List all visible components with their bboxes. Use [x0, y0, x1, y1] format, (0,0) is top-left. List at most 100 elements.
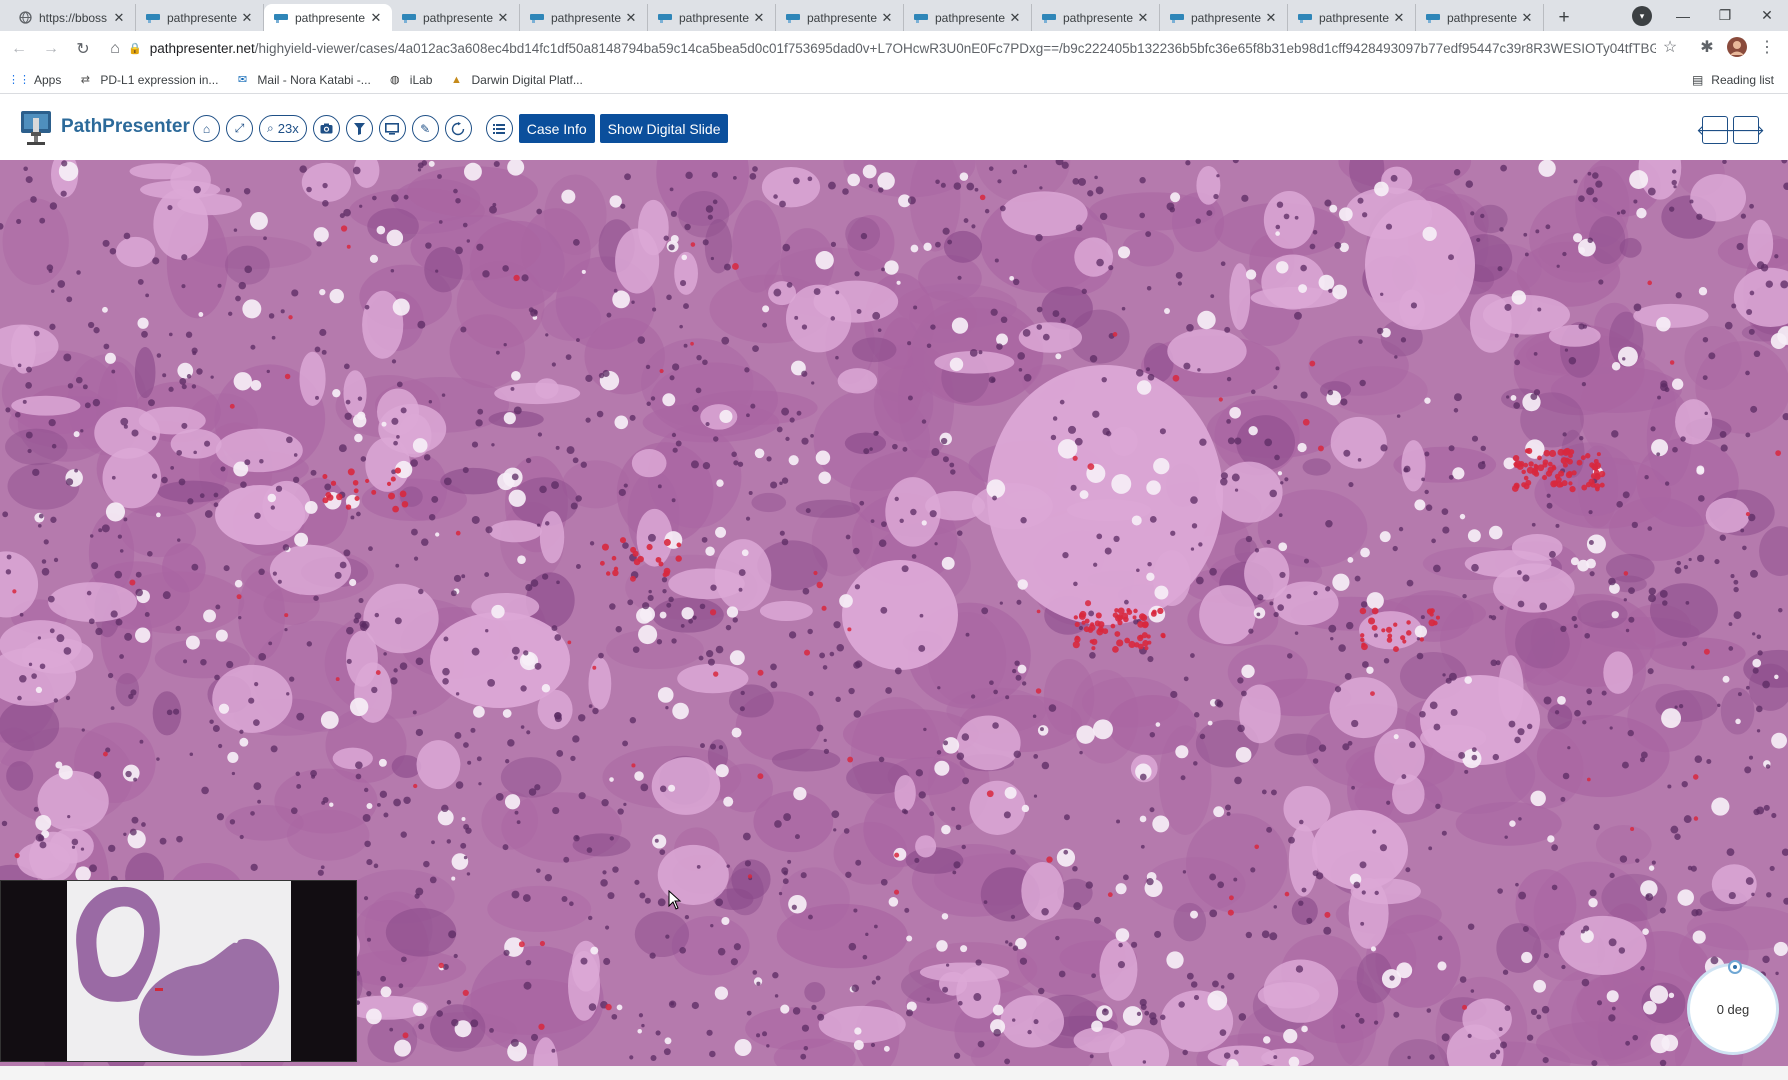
tab-close-icon[interactable]: ✕	[879, 10, 895, 26]
home-icon[interactable]: ⌂	[193, 115, 220, 142]
tab-search-icon[interactable]: ▾	[1632, 6, 1652, 26]
pathpresenter-favicon	[658, 11, 672, 25]
app-header: PathPresenter ⌂ ⤢ ⌕ 23x ✎ Case Info Show…	[0, 94, 1788, 160]
tab-close-icon[interactable]: ✕	[1135, 10, 1151, 26]
pathpresenter-logo[interactable]: PathPresenter	[18, 108, 190, 146]
browser-tab[interactable]: pathpresente ✕	[1032, 4, 1160, 31]
bookmarks-bar: ⋮⋮ Apps ⇄ PD-L1 expression in... ✉ Mail - Nor…	[0, 66, 1788, 94]
browser-tab[interactable]: pathpresente ✕	[648, 4, 776, 31]
rotation-dial[interactable]: 0 deg	[1687, 960, 1779, 1055]
browser-tab[interactable]: pathpresente ✕	[264, 4, 392, 31]
browser-menu-icon[interactable]: ⋮	[1755, 35, 1779, 59]
tab-close-icon[interactable]: ✕	[623, 10, 639, 26]
close-window-icon[interactable]: ✕	[1746, 7, 1788, 24]
bookmark-item[interactable]: ✉ Mail - Nora Katabi -...	[235, 72, 371, 87]
mouse-cursor-icon	[668, 890, 682, 910]
pathpresenter-favicon	[146, 11, 160, 25]
home-browser-icon[interactable]: ⌂	[102, 36, 128, 62]
tab-title: pathpresente	[1063, 10, 1134, 25]
tab-close-icon[interactable]: ✕	[1519, 10, 1535, 26]
tab-close-icon[interactable]: ✕	[239, 10, 255, 26]
bookmark-item[interactable]: ⋮⋮ Apps	[8, 72, 62, 87]
zoom-icon: ⌕	[267, 121, 274, 135]
tab-title: pathpresente	[1447, 10, 1518, 25]
browser-tab[interactable]: pathpresente ✕	[1160, 4, 1288, 31]
bookmark-item[interactable]: ◍ iLab	[388, 73, 433, 87]
next-slide-arrow-icon[interactable]: 🡒	[1727, 116, 1765, 144]
microscope-logo-icon	[18, 108, 54, 146]
pathpresenter-favicon	[1298, 11, 1312, 25]
tab-title: pathpresente	[295, 10, 366, 25]
bookmark-item[interactable]: ▲ Darwin Digital Platf...	[449, 72, 583, 87]
pathpresenter-favicon	[530, 11, 544, 25]
tab-close-icon[interactable]: ✕	[1007, 10, 1023, 26]
tab-close-icon[interactable]: ✕	[1263, 10, 1279, 26]
show-digital-slide-button[interactable]: Show Digital Slide	[599, 114, 729, 143]
url-host: pathpresenter.net	[149, 41, 255, 56]
presentation-icon[interactable]	[378, 115, 406, 142]
tab-close-icon[interactable]: ✕	[495, 10, 511, 26]
link-icon: ⇄	[80, 74, 90, 86]
browser-tab[interactable]: pathpresente ✕	[904, 4, 1032, 31]
window-controls: — ❐ ✕	[1662, 0, 1788, 31]
extensions-icon[interactable]: ✱	[1695, 35, 1719, 59]
tab-title: https://bboss	[39, 10, 108, 25]
rotation-handle[interactable]	[1728, 960, 1742, 974]
slide-viewer[interactable]: 0 deg	[0, 160, 1788, 1066]
fullscreen-icon[interactable]: ⤢	[226, 115, 253, 142]
globe-icon: ◍	[389, 74, 400, 86]
tab-title: pathpresente	[935, 10, 1006, 25]
pen-icon[interactable]: ✎	[411, 115, 439, 142]
pathpresenter-favicon	[274, 11, 288, 25]
pathpresenter-favicon	[914, 11, 928, 25]
browser-tab[interactable]: pathpresente ✕	[776, 4, 904, 31]
bookmark-star-icon[interactable]: ☆	[1658, 35, 1682, 59]
profile-avatar[interactable]	[1725, 35, 1749, 59]
zoom-level-button[interactable]: ⌕ 23x	[259, 115, 307, 142]
browser-tab[interactable]: pathpresente ✕	[1288, 4, 1416, 31]
tab-close-icon[interactable]: ✕	[368, 10, 384, 26]
browser-tab[interactable]: pathpresente ✕	[1416, 4, 1544, 31]
restore-icon[interactable]: ❐	[1704, 7, 1746, 24]
bookmark-label: Mail - Nora Katabi -...	[257, 72, 371, 87]
minimize-icon[interactable]: —	[1662, 8, 1704, 24]
reading-list-button[interactable]: ▤ Reading list	[1692, 66, 1774, 94]
filter-icon[interactable]	[345, 115, 373, 142]
tab-close-icon[interactable]: ✕	[1391, 10, 1407, 26]
zoom-level: 23x	[277, 121, 299, 136]
tab-title: pathpresente	[807, 10, 878, 25]
reload-icon[interactable]: ↻	[70, 36, 96, 62]
tab-title: pathpresente	[551, 10, 622, 25]
bookmark-item[interactable]: ⇄ PD-L1 expression in...	[78, 73, 219, 87]
bookmark-label: Darwin Digital Platf...	[471, 72, 583, 87]
browser-tab[interactable]: pathpresente ✕	[520, 4, 648, 31]
camera-icon[interactable]	[312, 115, 340, 142]
app-name: PathPresenter	[61, 116, 190, 137]
forward-icon[interactable]: →	[38, 36, 64, 62]
lock-icon[interactable]: 🔒	[128, 42, 142, 55]
browser-tab[interactable]: https://bboss ✕	[8, 4, 136, 31]
outlook-icon: ✉	[237, 74, 248, 86]
address-bar[interactable]: 🔒 pathpresenter.net/highyield-viewer/cas…	[128, 34, 1656, 63]
pathpresenter-favicon	[1042, 11, 1056, 25]
back-icon[interactable]: ←	[6, 36, 32, 62]
slide-thumbnail	[67, 881, 291, 1061]
tab-title: pathpresente	[1191, 10, 1262, 25]
new-tab-button[interactable]: +	[1550, 4, 1578, 31]
pathpresenter-favicon	[1426, 11, 1440, 25]
browser-tab[interactable]: pathpresente ✕	[136, 4, 264, 31]
rotate-icon[interactable]	[444, 115, 472, 142]
tab-close-icon[interactable]: ✕	[111, 10, 127, 26]
bottom-strip	[0, 1066, 1788, 1080]
tab-close-icon[interactable]: ✕	[751, 10, 767, 26]
viewer-toolbar: ⌂ ⤢ ⌕ 23x ✎ Case Info Show Digital Slide	[193, 114, 733, 143]
bookmark-label: Apps	[34, 72, 62, 87]
previous-slide-arrow-icon[interactable]: 🡐	[1696, 116, 1734, 144]
list-icon[interactable]	[485, 115, 513, 142]
pathpresenter-favicon	[1170, 11, 1184, 25]
case-info-button[interactable]: Case Info	[518, 114, 595, 143]
tab-title: pathpresente	[423, 10, 494, 25]
slide-minimap[interactable]	[0, 880, 357, 1062]
tab-title: pathpresente	[167, 10, 238, 25]
browser-tab[interactable]: pathpresente ✕	[392, 4, 520, 31]
